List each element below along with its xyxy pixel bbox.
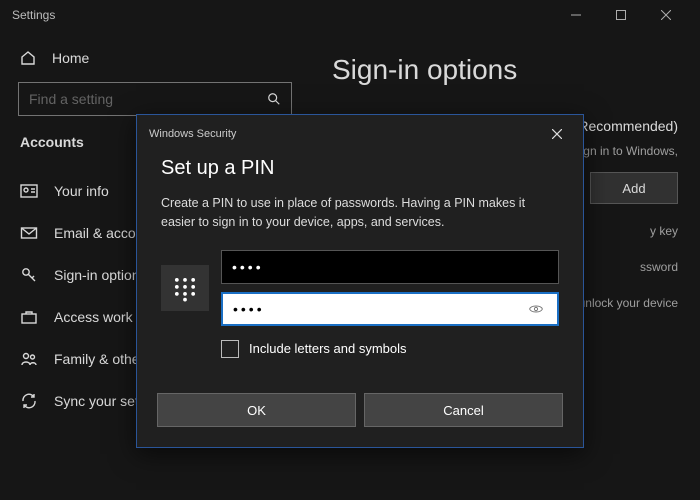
pin-row: •••• •••• [161, 250, 559, 326]
new-pin-input[interactable]: •••• [221, 250, 559, 284]
eye-icon [528, 301, 544, 317]
modal-actions: OK Cancel [137, 393, 583, 447]
ok-button[interactable]: OK [157, 393, 356, 427]
modal-title: Windows Security [149, 128, 236, 140]
modal-close-button[interactable] [543, 123, 571, 145]
pin-setup-dialog: Windows Security Set up a PIN Create a P… [136, 114, 584, 448]
confirm-value: •••• [233, 301, 525, 317]
close-icon [552, 129, 562, 139]
include-symbols-row[interactable]: Include letters and symbols [221, 340, 559, 358]
confirm-pin-input[interactable]: •••• [221, 292, 559, 326]
include-symbols-label: Include letters and symbols [249, 341, 407, 356]
cancel-button[interactable]: Cancel [364, 393, 563, 427]
modal-body: Set up a PIN Create a PIN to use in plac… [137, 153, 583, 393]
modal-description: Create a PIN to use in place of password… [161, 194, 559, 232]
pin-value: •••• [232, 259, 548, 275]
pin-inputs: •••• •••• [221, 250, 559, 326]
include-symbols-checkbox[interactable] [221, 340, 239, 358]
reveal-password-button[interactable] [525, 298, 547, 320]
keypad-icon [161, 265, 209, 311]
modal-header: Windows Security [137, 115, 583, 153]
modal-heading: Set up a PIN [161, 157, 559, 180]
